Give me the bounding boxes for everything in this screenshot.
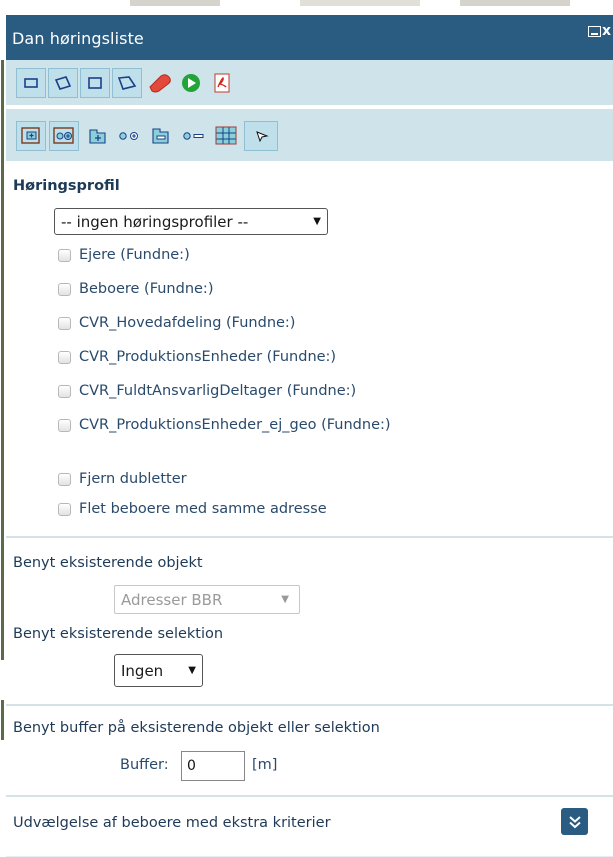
- background-smudge: [460, 0, 570, 6]
- checkbox-label: CVR_Hovedafdeling (Fundne:): [79, 315, 296, 331]
- checkbox-row-ejere[interactable]: Ejere (Fundne:): [58, 245, 190, 265]
- checkbox-label: Beboere (Fundne:): [79, 281, 214, 297]
- remove-point-icon[interactable]: [178, 121, 208, 151]
- checkbox[interactable]: [58, 248, 71, 262]
- checkbox-row-beboere[interactable]: Beboere (Fundne:): [58, 279, 213, 299]
- buffer-input[interactable]: 0: [181, 751, 245, 781]
- buffer-section-label: Benyt buffer på eksisterende objekt elle…: [13, 720, 380, 736]
- checkbox-label: CVR_ProduktionsEnheder_ej_geo (Fundne:): [79, 417, 391, 433]
- window-controls[interactable]: x: [587, 23, 613, 41]
- ekstra-kriterier-label: Udvælgelse af beboere med ekstra kriteri…: [13, 815, 331, 831]
- dropdown-arrow-icon: ▼: [313, 216, 321, 227]
- hoeringsprofil-label: Høringsprofil: [13, 178, 120, 194]
- hoeringsprofil-select[interactable]: -- ingen høringsprofiler -- ▼: [54, 208, 328, 235]
- buffer-input-value: 0: [187, 758, 196, 774]
- dropdown-arrow-icon: ▼: [188, 665, 196, 676]
- checkbox[interactable]: [58, 384, 71, 398]
- eksisterende-objekt-select: Adresser BBR ▼: [114, 585, 300, 614]
- close-icon[interactable]: x: [602, 23, 611, 39]
- checkbox-row-cvr-produktionsenheder[interactable]: CVR_ProduktionsEnheder (Fundne:): [58, 347, 336, 367]
- eraser-tool-icon[interactable]: [145, 68, 175, 98]
- buffer-unit-label: [m]: [252, 757, 278, 773]
- checkbox-row-cvr-hovedafdeling[interactable]: CVR_Hovedafdeling (Fundne:): [58, 313, 295, 333]
- panel-titlebar: Dan høringsliste x: [6, 15, 613, 60]
- buffer-field-label: Buffer:: [120, 757, 169, 773]
- chevron-double-down-icon[interactable]: [561, 808, 588, 835]
- top-strip: [0, 0, 613, 15]
- add-feature-icon[interactable]: [83, 121, 113, 151]
- remove-feature-icon[interactable]: [146, 121, 176, 151]
- run-icon[interactable]: [176, 68, 206, 98]
- dan-hoeringsliste-panel: Dan høringsliste x Høringsprofil -- inge…: [6, 15, 613, 857]
- eksisterende-objekt-select-value: Adresser BBR: [121, 590, 223, 609]
- hoeringsprofil-select-value: -- ingen høringsprofiler --: [61, 212, 249, 231]
- checkbox-row-flet-beboere[interactable]: Flet beboere med samme adresse: [58, 499, 327, 519]
- pointer-select-icon[interactable]: [244, 121, 278, 151]
- eksisterende-objekt-label: Benyt eksisterende objekt: [13, 555, 203, 571]
- checkbox-label: CVR_FuldtAnsvarligDeltager (Fundne:): [79, 383, 357, 399]
- draw-square-tool-icon[interactable]: [80, 68, 110, 98]
- eksisterende-selektion-label: Benyt eksisterende selektion: [13, 626, 224, 642]
- section-divider: [6, 536, 613, 538]
- checkbox[interactable]: [58, 282, 71, 296]
- minimize-icon[interactable]: [588, 26, 601, 37]
- checkbox-row-cvr-produktionsenheder-ej-geo[interactable]: CVR_ProduktionsEnheder_ej_geo (Fundne:): [58, 415, 391, 435]
- edge-mark: [1, 700, 4, 740]
- draw-freeform-polygon-tool-icon[interactable]: [112, 68, 142, 98]
- edge-mark: [1, 60, 4, 660]
- background-smudge: [300, 0, 420, 6]
- checkbox[interactable]: [58, 472, 71, 486]
- section-divider: [6, 704, 613, 706]
- selection-toolbar: [6, 109, 613, 161]
- section-divider: [6, 795, 613, 797]
- draw-polygon-tool-icon[interactable]: [48, 68, 78, 98]
- eksisterende-selektion-select[interactable]: Ingen ▼: [114, 654, 203, 687]
- background-smudge: [130, 0, 220, 6]
- draw-rectangle-tool-icon[interactable]: [16, 68, 46, 98]
- checkbox[interactable]: [58, 502, 71, 516]
- checkbox-label: Ejere (Fundne:): [79, 247, 190, 263]
- checkbox[interactable]: [58, 316, 71, 330]
- eksisterende-selektion-select-value: Ingen: [121, 661, 164, 680]
- grid-select-icon[interactable]: [211, 121, 241, 151]
- add-point-icon[interactable]: [114, 121, 144, 151]
- checkbox-label: Flet beboere med samme adresse: [79, 501, 327, 517]
- checkbox-row-cvr-fuldtansvarligdeltager[interactable]: CVR_FuldtAnsvarligDeltager (Fundne:): [58, 381, 356, 401]
- dropdown-arrow-icon: ▼: [281, 594, 289, 605]
- drawing-toolbar: [6, 60, 613, 105]
- pdf-export-icon[interactable]: [207, 68, 237, 98]
- checkbox[interactable]: [58, 350, 71, 364]
- checkbox-label: Fjern dubletter: [79, 471, 187, 487]
- add-circle-selection-icon[interactable]: [49, 121, 79, 151]
- checkbox[interactable]: [58, 418, 71, 432]
- add-rectangle-selection-icon[interactable]: [16, 121, 46, 151]
- checkbox-row-fjern-dubletter[interactable]: Fjern dubletter: [58, 469, 187, 489]
- panel-title: Dan høringsliste: [12, 29, 144, 48]
- checkbox-label: CVR_ProduktionsEnheder (Fundne:): [79, 349, 337, 365]
